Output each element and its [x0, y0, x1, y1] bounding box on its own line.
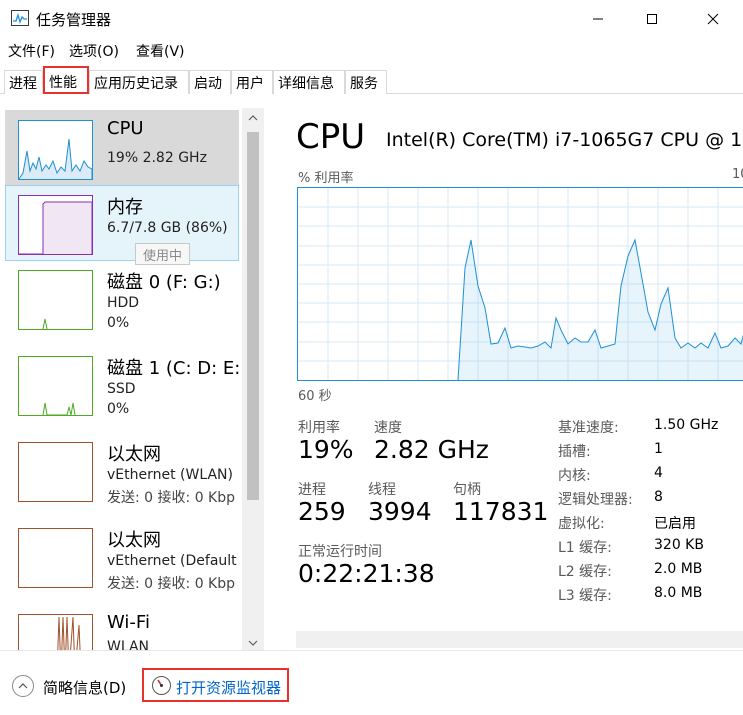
disk1-thumbnail: [18, 356, 93, 416]
resource-name: 内存: [107, 197, 143, 218]
resource-detail: SSD: [107, 381, 136, 397]
fewer-details-link[interactable]: 简略信息(D): [43, 677, 126, 698]
scrollbar-thumb[interactable]: [247, 132, 259, 500]
resource-cpu[interactable]: CPU 19% 2.82 GHz: [5, 110, 239, 186]
tooltip: 使用中: [135, 243, 190, 265]
spec-label: L1 缓存:: [558, 540, 612, 556]
open-resource-monitor-link[interactable]: 打开资源监视器: [176, 677, 281, 698]
utilization-value: 19%: [298, 435, 354, 464]
utilization-label: 利用率: [298, 420, 340, 436]
speed-value: 2.82 GHz: [374, 435, 489, 464]
resource-ethernet-2[interactable]: 以太网 vEthernet (Default 发送: 0 接收: 0 Kbp: [5, 518, 239, 594]
menu-view[interactable]: 查看(V): [136, 41, 185, 61]
resource-name: CPU: [107, 118, 144, 139]
cpu-utilization-line: [457, 238, 743, 381]
menu-file[interactable]: 文件(F): [8, 41, 55, 61]
resource-name: 磁盘 1 (C: D: E:: [107, 358, 241, 379]
spec-value: 已启用: [654, 516, 696, 532]
graph-time-label: 60 秒: [298, 389, 332, 404]
cpu-utilization-graph: [297, 187, 743, 381]
spec-value: 1.50 GHz: [654, 417, 719, 433]
chevron-up-icon[interactable]: [12, 675, 34, 697]
spec-label: L3 缓存:: [558, 588, 612, 604]
handles-value: 117831: [453, 497, 549, 526]
uptime-label: 正常运行时间: [298, 544, 382, 560]
speed-label: 速度: [374, 420, 402, 436]
processes-value: 259: [298, 497, 346, 526]
menu-options[interactable]: 选项(O): [69, 41, 119, 61]
resource-usage: 发送: 0 接收: 0 Kbp: [107, 576, 236, 592]
spec-label: 内核:: [558, 468, 591, 484]
resource-disk-1[interactable]: 磁盘 1 (C: D: E: SSD 0%: [5, 346, 241, 422]
spec-value: 8.0 MB: [654, 585, 703, 601]
spec-value: 4: [654, 465, 663, 481]
tab-performance[interactable]: 性能: [43, 66, 89, 94]
spec-label: 基准速度:: [558, 420, 619, 436]
scroll-up-icon[interactable]: [242, 108, 264, 128]
utilization-axis-label: % 利用率: [298, 171, 354, 186]
threads-label: 线程: [368, 482, 396, 498]
resource-list: CPU 19% 2.82 GHz 内存 6.7/7.8 GB (86%) 磁盘 …: [0, 95, 265, 650]
minimize-button[interactable]: [575, 0, 621, 38]
title-bar: 任务管理器: [0, 0, 743, 38]
resource-disk-0[interactable]: 磁盘 0 (F: G:) HDD 0%: [5, 260, 239, 336]
resource-wifi[interactable]: Wi-Fi WLAN: [5, 604, 239, 650]
tab-startup[interactable]: 启动: [189, 70, 231, 94]
spec-value: 2.0 MB: [654, 561, 703, 577]
resource-name: 以太网: [107, 530, 161, 551]
resource-name: Wi-Fi: [107, 612, 150, 633]
task-manager-icon: [11, 10, 29, 26]
cpu-model: Intel(R) Core(TM) i7-1065G7 CPU @ 1: [386, 129, 743, 151]
spec-label: L2 缓存:: [558, 564, 612, 580]
resource-usage: 0%: [107, 315, 130, 331]
tab-users[interactable]: 用户: [231, 70, 273, 94]
wifi-thumbnail: [18, 614, 93, 650]
spec-label: 插槽:: [558, 444, 591, 460]
detail-horizontal-scrollbar[interactable]: [296, 631, 743, 648]
resource-detail: 19% 2.82 GHz: [107, 150, 207, 166]
uptime-value: 0:22:21:38: [298, 559, 435, 588]
resource-detail: 6.7/7.8 GB (86%): [107, 220, 228, 236]
resource-detail: HDD: [107, 295, 140, 311]
tab-bar: 进程 性能 应用历史记录 启动 用户 详细信息 服务: [0, 66, 743, 94]
spec-value: 320 KB: [654, 537, 704, 553]
ethernet1-thumbnail: [18, 442, 93, 502]
spec-value: 8: [654, 489, 663, 505]
detail-title: CPU: [296, 117, 366, 157]
resource-name: 以太网: [107, 444, 161, 465]
tab-app-history[interactable]: 应用历史记录: [89, 70, 189, 94]
spec-value: 1: [654, 441, 663, 457]
threads-value: 3994: [368, 497, 432, 526]
memory-thumbnail: [18, 195, 93, 255]
window-title: 任务管理器: [36, 11, 112, 29]
resource-monitor-icon: [152, 676, 171, 695]
cpu-detail-panel: CPU Intel(R) Core(TM) i7-1065G7 CPU @ 1 …: [272, 95, 743, 650]
tab-processes[interactable]: 进程: [4, 70, 43, 94]
footer-bar: 简略信息(D) 打开资源监视器: [0, 650, 743, 715]
resource-usage: 发送: 0 接收: 0 Kbp: [107, 490, 236, 506]
ethernet2-thumbnail: [18, 528, 93, 588]
cpu-thumbnail: [18, 120, 93, 180]
handles-label: 句柄: [453, 482, 481, 498]
menu-bar: 文件(F) 选项(O) 查看(V): [0, 38, 743, 62]
resource-ethernet-1[interactable]: 以太网 vEthernet (WLAN) 发送: 0 接收: 0 Kbp: [5, 432, 239, 508]
resource-detail: vEthernet (WLAN): [107, 467, 233, 483]
utilization-axis-max: 10: [732, 167, 743, 182]
resource-detail: vEthernet (Default: [107, 553, 237, 569]
open-resource-monitor-button[interactable]: 打开资源监视器: [142, 668, 289, 702]
resource-list-scrollbar[interactable]: [242, 108, 264, 653]
processes-label: 进程: [298, 482, 326, 498]
maximize-button[interactable]: [629, 0, 675, 38]
tab-details[interactable]: 详细信息: [273, 70, 345, 94]
resource-memory[interactable]: 内存 6.7/7.8 GB (86%): [5, 185, 239, 261]
spec-label: 虚拟化:: [558, 516, 605, 532]
resource-name: 磁盘 0 (F: G:): [107, 272, 221, 293]
close-button[interactable]: [690, 0, 736, 38]
disk0-thumbnail: [18, 270, 93, 330]
resource-usage: 0%: [107, 401, 130, 417]
tab-services[interactable]: 服务: [345, 70, 387, 94]
spec-label: 逻辑处理器:: [558, 492, 633, 508]
resource-detail: WLAN: [107, 639, 150, 650]
